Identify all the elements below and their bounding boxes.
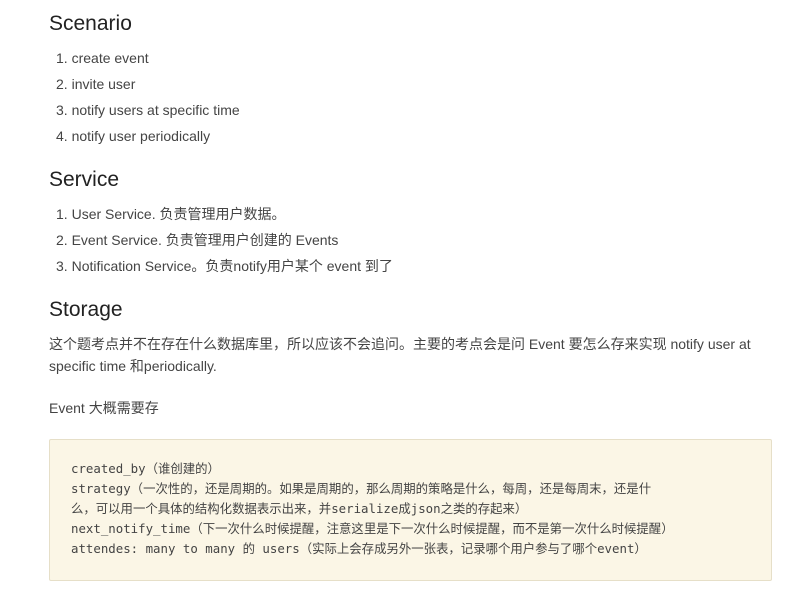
storage-heading: Storage: [49, 298, 123, 321]
service-list: 1. User Service. 负责管理用户数据。 2. Event Serv…: [49, 201, 393, 279]
list-item: 1. create event: [56, 50, 149, 66]
list-item: 2. invite user: [56, 76, 136, 92]
event-label: Event 大概需要存: [49, 400, 159, 416]
list-item: 3. notify users at specific time: [56, 102, 240, 118]
scenario-list: 1. create event 2. invite user 3. notify…: [49, 45, 240, 149]
list-item: 2. Event Service. 负责管理用户创建的 Events: [56, 232, 339, 248]
list-item: 3. Notification Service。负责notify用户某个 eve…: [56, 258, 393, 274]
scenario-heading: Scenario: [49, 12, 132, 35]
code-line: created_by（谁创建的）: [71, 461, 220, 476]
code-line: next_notify_time（下一次什么时候提醒，注意这里是下一次什么时候提…: [71, 521, 674, 536]
code-lines: created_by（谁创建的） strategy（一次性的，还是周期的。如果是…: [71, 459, 674, 559]
list-item: 1. User Service. 负责管理用户数据。: [56, 206, 286, 222]
code-line: strategy（一次性的，还是周期的。如果是周期的，那么周期的策略是什么，每周…: [71, 481, 652, 496]
code-line: attendes: many to many 的 users（实际上会存成另外一…: [71, 541, 647, 556]
code-block: created_by（谁创建的） strategy（一次性的，还是周期的。如果是…: [49, 439, 772, 581]
service-heading: Service: [49, 168, 120, 191]
storage-paragraph-line1: 这个题考点并不在存在什么数据库里，所以应该不会追问。主要的考点会是问 Event…: [49, 336, 751, 352]
code-line: 么，可以用一个具体的结构化数据表示出来，并serialize成json之类的存起…: [71, 501, 528, 516]
list-item: 4. notify user periodically: [56, 128, 211, 144]
storage-paragraph-line2: specific time 和periodically.: [49, 358, 217, 374]
